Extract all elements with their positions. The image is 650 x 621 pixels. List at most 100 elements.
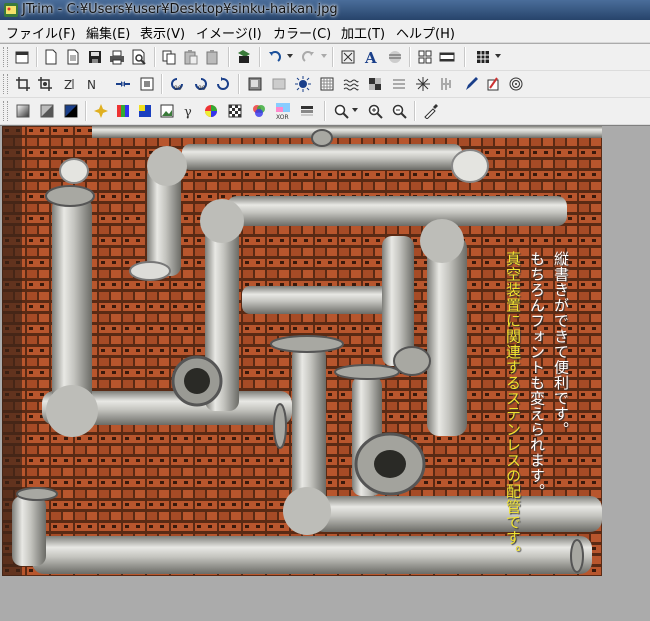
mirror-icon[interactable] [112,73,134,95]
menu-image[interactable]: イメージ(I) [196,23,262,42]
toolbar-separator [324,101,326,121]
toolbar-separator [238,74,240,94]
vertical-text-line3: 真空装置に関連するステンレスの配管です。 [504,251,522,561]
toolbar-transform: Z N 90 90 [0,71,650,98]
svg-text:XOR: XOR [276,114,289,120]
toolbar-separator [228,47,230,67]
frame-icon[interactable] [136,73,158,95]
pattern-icon[interactable] [316,73,338,95]
xor-icon[interactable]: XOR [272,100,294,122]
sparkle-color-icon[interactable] [90,100,112,122]
checker-icon[interactable] [224,100,246,122]
flip-vertical-icon[interactable]: N [82,73,104,95]
tile-icon[interactable] [472,46,494,68]
color-balance-icon[interactable] [134,100,156,122]
menu-bar: ファイル(F) 編集(E) 表示(V) イメージ(I) カラー(C) 加工(T)… [0,20,650,43]
pen-icon[interactable] [460,73,482,95]
toolbar-separator [36,47,38,67]
toolbar-grip[interactable] [3,101,8,121]
toolbar-grip[interactable] [3,74,8,94]
grayscale-icon[interactable] [296,100,318,122]
toolbar-separator [161,74,163,94]
tile-dropdown-icon[interactable] [495,54,501,58]
svg-text:90: 90 [174,85,182,92]
blur-icon[interactable] [388,73,410,95]
text-icon[interactable]: A [360,46,382,68]
crop-icon[interactable] [12,73,34,95]
zoom-out-icon[interactable] [388,100,410,122]
vertical-text-line2: もちろんフォントも変えられます。 [528,251,546,499]
image-canvas[interactable]: 縦書きができて便利です。 もちろんフォントも変えられます。 真空装置に関連するス… [0,125,650,621]
eyedropper-icon[interactable] [420,100,442,122]
paste-new-icon[interactable] [202,46,224,68]
menu-help[interactable]: ヘルプ(H) [396,23,455,42]
border-icon[interactable] [60,100,82,122]
new-window-icon[interactable] [11,46,33,68]
menu-edit[interactable]: 編集(E) [86,23,130,42]
brightness-icon[interactable] [292,73,314,95]
toolbar-separator [154,47,156,67]
gamma-icon[interactable]: γ [178,100,200,122]
panel-icon[interactable] [436,46,458,68]
fill-icon[interactable] [36,100,58,122]
svg-text:A: A [364,49,377,65]
menu-process[interactable]: 加工(T) [341,23,385,42]
open-icon[interactable] [62,46,84,68]
capture-icon[interactable] [233,46,255,68]
print-icon[interactable] [106,46,128,68]
rotate-free-icon[interactable] [34,73,56,95]
redo-dropdown-icon[interactable] [321,54,327,58]
rgb-icon[interactable] [248,100,270,122]
zoom-dropdown-arrow-icon[interactable] [352,108,358,112]
toolbar-grip[interactable] [3,47,8,67]
sharpen-icon[interactable] [436,73,458,95]
hue-icon[interactable] [200,100,222,122]
rotate-icon[interactable] [212,73,234,95]
svg-text:Z: Z [64,78,72,92]
sparkle-icon[interactable] [412,73,434,95]
grid-view-icon[interactable] [414,46,436,68]
rotate-left-90-icon[interactable]: 90 [166,73,188,95]
window-title: JTrim - C:¥Users¥user¥Desktop¥sinku-haik… [22,2,338,17]
print-preview-icon[interactable] [128,46,150,68]
spiral-icon[interactable] [505,73,527,95]
canvas-icon[interactable] [268,73,290,95]
toolbar-separator [259,47,261,67]
vertical-text-line1: 縦書きができて便利です。 [552,251,570,437]
undo-icon[interactable] [263,46,285,68]
svg-text:90: 90 [198,85,206,92]
highlight-icon[interactable] [482,73,504,95]
toolbar-separator [409,47,411,67]
mosaic-icon[interactable] [364,73,386,95]
menu-color[interactable]: カラー(C) [273,23,331,42]
jtrim-app-icon[interactable] [3,2,19,18]
histogram-icon[interactable] [112,100,134,122]
align-icon[interactable] [384,46,406,68]
zoom-dropdown-icon[interactable] [330,100,352,122]
gradient-icon[interactable] [12,100,34,122]
toolbar-separator [464,47,466,67]
flip-horizontal-icon[interactable]: Z [60,73,82,95]
new-file-icon[interactable] [40,46,62,68]
svg-text:N: N [87,78,96,92]
zoom-in-icon[interactable] [364,100,386,122]
menu-view[interactable]: 表示(V) [140,23,185,42]
save-icon[interactable] [84,46,106,68]
copy-icon[interactable] [158,46,180,68]
wave-icon[interactable] [340,73,362,95]
rotate-right-90-icon[interactable]: 90 [190,73,212,95]
emboss-icon[interactable] [244,73,266,95]
title-bar: JTrim - C:¥Users¥user¥Desktop¥sinku-haik… [0,0,650,20]
paste-icon[interactable] [180,46,202,68]
svg-text:γ: γ [184,105,192,119]
toolbar-separator [85,101,87,121]
fit-window-icon[interactable] [337,46,359,68]
toolbar-separator [414,101,416,121]
undo-dropdown-icon[interactable] [287,54,293,58]
toolbar-separator [332,47,334,67]
menu-file[interactable]: ファイル(F) [6,23,76,42]
image-icon[interactable] [156,100,178,122]
redo-icon[interactable] [298,46,320,68]
toolbar-color: γ XOR [0,98,650,125]
toolbar-standard: A [0,44,650,71]
